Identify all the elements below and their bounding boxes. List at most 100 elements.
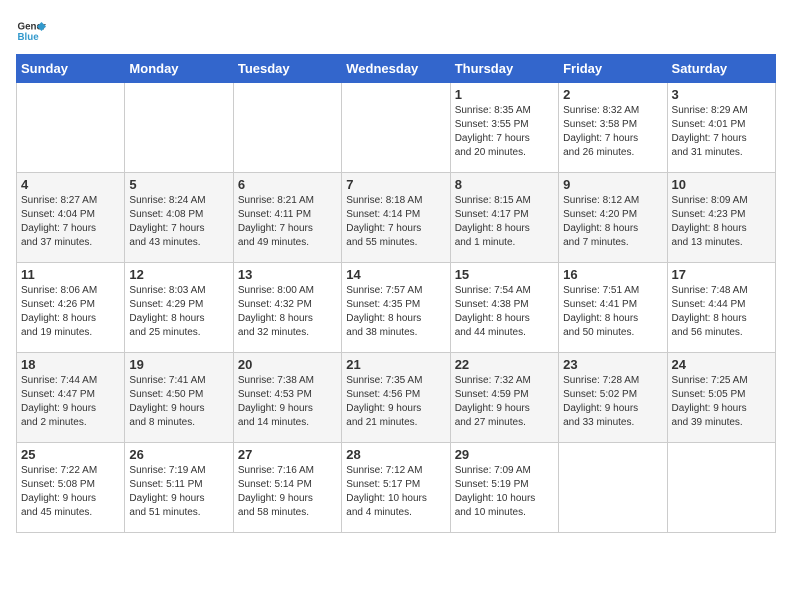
day-info: Sunrise: 8:35 AM Sunset: 3:55 PM Dayligh…: [455, 104, 554, 160]
calendar-cell: 23 Sunrise: 7:28 AM Sunset: 5:02 PM Dayli…: [559, 353, 667, 443]
calendar-cell: 28 Sunrise: 7:12 AM Sunset: 5:17 PM Dayli…: [342, 443, 450, 533]
calendar-cell: 25 Sunrise: 7:22 AM Sunset: 5:08 PM Dayli…: [17, 443, 125, 533]
calendar-cell: 3 Sunrise: 8:29 AM Sunset: 4:01 PM Daylig…: [667, 83, 775, 173]
day-number: 26: [129, 447, 228, 462]
day-number: 16: [563, 267, 662, 282]
day-info: Sunrise: 8:15 AM Sunset: 4:17 PM Dayligh…: [455, 194, 554, 250]
calendar-cell: 5Sunrise: 8:24 AM Sunset: 4:08 PM Daylig…: [125, 173, 233, 263]
day-info: Sunrise: 7:51 AM Sunset: 4:41 PM Dayligh…: [563, 284, 662, 340]
calendar-cell: 10Sunrise: 8:09 AM Sunset: 4:23 PM Dayli…: [667, 173, 775, 263]
day-info: Sunrise: 8:24 AM Sunset: 4:08 PM Dayligh…: [129, 194, 228, 250]
header: General Blue: [16, 16, 776, 46]
calendar-cell: 7Sunrise: 8:18 AM Sunset: 4:14 PM Daylig…: [342, 173, 450, 263]
day-number: 3: [672, 87, 771, 102]
day-number: 18: [21, 357, 120, 372]
calendar-cell: 1 Sunrise: 8:35 AM Sunset: 3:55 PM Daylig…: [450, 83, 558, 173]
col-header-thursday: Thursday: [450, 55, 558, 83]
calendar-cell: 22 Sunrise: 7:32 AM Sunset: 4:59 PM Dayli…: [450, 353, 558, 443]
calendar-cell: 8 Sunrise: 8:15 AM Sunset: 4:17 PM Daylig…: [450, 173, 558, 263]
day-number: 13: [238, 267, 337, 282]
day-number: 28: [346, 447, 445, 462]
calendar-cell: [17, 83, 125, 173]
day-info: Sunrise: 7:48 AM Sunset: 4:44 PM Dayligh…: [672, 284, 771, 340]
day-info: Sunrise: 8:09 AM Sunset: 4:23 PM Dayligh…: [672, 194, 771, 250]
col-header-saturday: Saturday: [667, 55, 775, 83]
day-number: 27: [238, 447, 337, 462]
day-info: Sunrise: 8:00 AM Sunset: 4:32 PM Dayligh…: [238, 284, 337, 340]
day-number: 21: [346, 357, 445, 372]
col-header-wednesday: Wednesday: [342, 55, 450, 83]
calendar-cell: [559, 443, 667, 533]
logo: General Blue: [16, 16, 46, 46]
calendar-cell: 12 Sunrise: 8:03 AM Sunset: 4:29 PM Dayli…: [125, 263, 233, 353]
calendar-cell: 4 Sunrise: 8:27 AM Sunset: 4:04 PM Daylig…: [17, 173, 125, 263]
day-number: 7: [346, 177, 445, 192]
calendar-cell: 16 Sunrise: 7:51 AM Sunset: 4:41 PM Dayli…: [559, 263, 667, 353]
day-info: Sunrise: 7:22 AM Sunset: 5:08 PM Dayligh…: [21, 464, 120, 520]
day-number: 1: [455, 87, 554, 102]
day-info: Sunrise: 7:09 AM Sunset: 5:19 PM Dayligh…: [455, 464, 554, 520]
calendar-cell: 18 Sunrise: 7:44 AM Sunset: 4:47 PM Dayli…: [17, 353, 125, 443]
calendar-cell: 19 Sunrise: 7:41 AM Sunset: 4:50 PM Dayli…: [125, 353, 233, 443]
calendar-table: SundayMondayTuesdayWednesdayThursdayFrid…: [16, 54, 776, 533]
day-number: 22: [455, 357, 554, 372]
day-info: Sunrise: 7:54 AM Sunset: 4:38 PM Dayligh…: [455, 284, 554, 340]
day-info: Sunrise: 7:16 AM Sunset: 5:14 PM Dayligh…: [238, 464, 337, 520]
calendar-cell: 24 Sunrise: 7:25 AM Sunset: 5:05 PM Dayli…: [667, 353, 775, 443]
day-number: 15: [455, 267, 554, 282]
day-info: Sunrise: 8:06 AM Sunset: 4:26 PM Dayligh…: [21, 284, 120, 340]
day-number: 24: [672, 357, 771, 372]
day-info: Sunrise: 7:44 AM Sunset: 4:47 PM Dayligh…: [21, 374, 120, 430]
calendar-cell: [342, 83, 450, 173]
day-info: Sunrise: 8:32 AM Sunset: 3:58 PM Dayligh…: [563, 104, 662, 160]
col-header-monday: Monday: [125, 55, 233, 83]
svg-text:Blue: Blue: [18, 32, 40, 43]
calendar-cell: 17 Sunrise: 7:48 AM Sunset: 4:44 PM Dayli…: [667, 263, 775, 353]
day-info: Sunrise: 7:32 AM Sunset: 4:59 PM Dayligh…: [455, 374, 554, 430]
day-info: Sunrise: 7:35 AM Sunset: 4:56 PM Dayligh…: [346, 374, 445, 430]
day-number: 23: [563, 357, 662, 372]
calendar-cell: 11 Sunrise: 8:06 AM Sunset: 4:26 PM Dayli…: [17, 263, 125, 353]
day-info: Sunrise: 7:38 AM Sunset: 4:53 PM Dayligh…: [238, 374, 337, 430]
day-info: Sunrise: 7:28 AM Sunset: 5:02 PM Dayligh…: [563, 374, 662, 430]
calendar-cell: 14 Sunrise: 7:57 AM Sunset: 4:35 PM Dayli…: [342, 263, 450, 353]
calendar-cell: 21 Sunrise: 7:35 AM Sunset: 4:56 PM Dayli…: [342, 353, 450, 443]
calendar-cell: 6Sunrise: 8:21 AM Sunset: 4:11 PM Daylig…: [233, 173, 341, 263]
day-info: Sunrise: 7:25 AM Sunset: 5:05 PM Dayligh…: [672, 374, 771, 430]
day-number: 25: [21, 447, 120, 462]
calendar-cell: [667, 443, 775, 533]
calendar-cell: 29 Sunrise: 7:09 AM Sunset: 5:19 PM Dayli…: [450, 443, 558, 533]
calendar-cell: [125, 83, 233, 173]
day-number: 2: [563, 87, 662, 102]
calendar-cell: 26 Sunrise: 7:19 AM Sunset: 5:11 PM Dayli…: [125, 443, 233, 533]
day-number: 29: [455, 447, 554, 462]
day-number: 11: [21, 267, 120, 282]
calendar-cell: 2 Sunrise: 8:32 AM Sunset: 3:58 PM Daylig…: [559, 83, 667, 173]
day-info: Sunrise: 8:27 AM Sunset: 4:04 PM Dayligh…: [21, 194, 120, 250]
calendar-cell: 9Sunrise: 8:12 AM Sunset: 4:20 PM Daylig…: [559, 173, 667, 263]
day-number: 17: [672, 267, 771, 282]
day-info: Sunrise: 7:57 AM Sunset: 4:35 PM Dayligh…: [346, 284, 445, 340]
day-info: Sunrise: 7:41 AM Sunset: 4:50 PM Dayligh…: [129, 374, 228, 430]
day-info: Sunrise: 8:29 AM Sunset: 4:01 PM Dayligh…: [672, 104, 771, 160]
calendar-cell: 27 Sunrise: 7:16 AM Sunset: 5:14 PM Dayli…: [233, 443, 341, 533]
calendar-cell: [233, 83, 341, 173]
logo-icon: General Blue: [16, 16, 46, 46]
day-number: 6: [238, 177, 337, 192]
day-info: Sunrise: 8:03 AM Sunset: 4:29 PM Dayligh…: [129, 284, 228, 340]
day-number: 20: [238, 357, 337, 372]
day-number: 12: [129, 267, 228, 282]
calendar-cell: 13 Sunrise: 8:00 AM Sunset: 4:32 PM Dayli…: [233, 263, 341, 353]
day-number: 4: [21, 177, 120, 192]
day-number: 8: [455, 177, 554, 192]
calendar-cell: 15 Sunrise: 7:54 AM Sunset: 4:38 PM Dayli…: [450, 263, 558, 353]
day-info: Sunrise: 7:19 AM Sunset: 5:11 PM Dayligh…: [129, 464, 228, 520]
col-header-tuesday: Tuesday: [233, 55, 341, 83]
col-header-sunday: Sunday: [17, 55, 125, 83]
calendar-cell: 20 Sunrise: 7:38 AM Sunset: 4:53 PM Dayli…: [233, 353, 341, 443]
day-number: 19: [129, 357, 228, 372]
day-info: Sunrise: 8:12 AM Sunset: 4:20 PM Dayligh…: [563, 194, 662, 250]
day-info: Sunrise: 7:12 AM Sunset: 5:17 PM Dayligh…: [346, 464, 445, 520]
col-header-friday: Friday: [559, 55, 667, 83]
day-number: 14: [346, 267, 445, 282]
